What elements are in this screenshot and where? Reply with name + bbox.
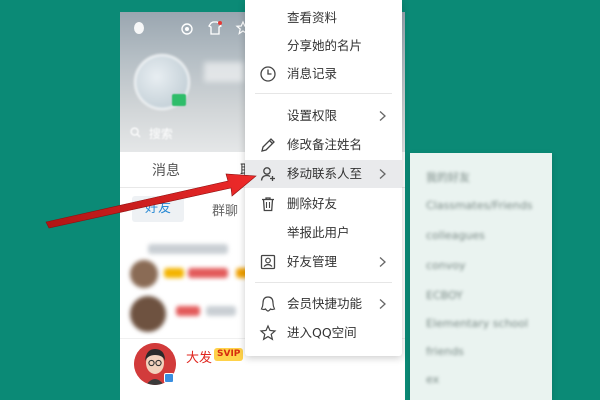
trash-icon: [262, 197, 274, 212]
menu-separator: [255, 282, 392, 283]
menu-item-delete-friend[interactable]: 删除好友: [245, 190, 402, 218]
profile-name-blurred: [204, 62, 244, 82]
subtab-groups[interactable]: 群聊: [212, 200, 238, 219]
online-status-icon: [164, 373, 174, 383]
menu-separator: [255, 93, 392, 94]
chevron-right-icon: [379, 299, 386, 309]
svip-badge: SVIP: [214, 348, 244, 361]
shirt-icon[interactable]: [206, 20, 224, 38]
menu-item-label: 举报此用户: [287, 225, 350, 240]
user-move-icon: [260, 167, 275, 181]
qq-logo-icon[interactable]: [130, 20, 148, 38]
chevron-right-icon: [379, 169, 386, 179]
menu-item-qzone[interactable]: 进入QQ空间: [245, 319, 402, 347]
menu-item-label: 进入QQ空间: [287, 325, 357, 340]
menu-item-report-user[interactable]: 举报此用户: [245, 219, 402, 247]
menu-item-message-history[interactable]: 消息记录: [245, 60, 402, 88]
menu-item-set-permissions[interactable]: 设置权限: [245, 102, 402, 130]
search-placeholder: 搜索: [148, 127, 173, 141]
user-card-icon: [260, 254, 276, 270]
medal-icon[interactable]: [178, 20, 196, 38]
menu-item-label: 好友管理: [287, 254, 338, 269]
menu-item-vip-shortcuts[interactable]: 会员快捷功能: [245, 290, 402, 318]
chevron-right-icon: [379, 111, 386, 121]
submenu-item[interactable]: Elementary school: [426, 317, 528, 330]
search-input[interactable]: 搜索: [130, 124, 240, 144]
submenu-item[interactable]: ex: [426, 373, 439, 386]
subtab-friends[interactable]: 好友: [132, 196, 184, 222]
online-status-icon: [172, 94, 186, 106]
menu-item-label: 查看资料: [287, 10, 338, 25]
clock-icon: [260, 66, 276, 82]
submenu-item[interactable]: convoy: [426, 259, 466, 272]
menu-item-edit-remark[interactable]: 修改备注姓名: [245, 131, 402, 159]
submenu-item[interactable]: ECBOY: [426, 289, 463, 302]
menu-item-label: 修改备注姓名: [287, 137, 363, 152]
star-outline-icon: [259, 324, 277, 341]
menu-item-label: 删除好友: [287, 196, 338, 211]
submenu-item[interactable]: 我的好友: [426, 169, 470, 185]
submenu-item[interactable]: colleagues: [426, 229, 485, 242]
contact-name: 大发: [186, 351, 213, 366]
submenu-item[interactable]: Classmates/Friends: [426, 199, 532, 212]
chevron-right-icon: [379, 257, 386, 267]
move-to-group-submenu: 我的好友 Classmates/Friends colleagues convo…: [410, 153, 552, 400]
menu-item-label: 移动联系人至: [287, 166, 363, 181]
menu-item-label: 消息记录: [287, 66, 338, 81]
menu-item-move-contact[interactable]: 移动联系人至: [245, 160, 402, 188]
menu-item-label: 会员快捷功能: [287, 296, 363, 311]
pencil-icon: [261, 138, 275, 152]
tab-messages[interactable]: 消息: [152, 160, 180, 180]
menu-item-label: 设置权限: [287, 108, 338, 123]
menu-item-label: 分享她的名片: [287, 38, 363, 53]
qq-penguin-icon: [260, 296, 276, 312]
menu-item-view-profile[interactable]: 查看资料: [245, 4, 402, 32]
menu-item-friend-management[interactable]: 好友管理: [245, 248, 402, 276]
context-menu: 查看资料 分享她的名片 消息记录 设置权限 修改备注姓名 移动联系人至 删除好友…: [245, 0, 402, 356]
submenu-item[interactable]: friends: [426, 345, 464, 358]
menu-item-share-card[interactable]: 分享她的名片: [245, 32, 402, 60]
search-icon: [130, 127, 141, 138]
